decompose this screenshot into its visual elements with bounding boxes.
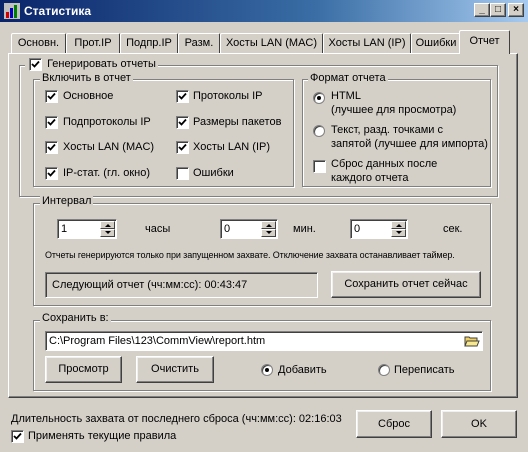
minutes-value: 0	[224, 223, 231, 235]
overwrite-label: Переписать	[394, 364, 455, 376]
include-lan-hosts-ip-checkbox[interactable]	[176, 141, 189, 154]
hours-down-icon[interactable]	[100, 229, 115, 237]
app-icon	[4, 3, 20, 19]
minutes-down-icon[interactable]	[261, 229, 276, 237]
seconds-stepper[interactable]: 0	[350, 219, 408, 239]
window-title: Статистика	[24, 4, 92, 18]
save-to-group-title: Сохранить в:	[40, 312, 111, 324]
apply-rules-label: Применять текущие правила	[28, 430, 177, 442]
include-ip-stats-label: IP-стат. (гл. окно)	[63, 167, 151, 179]
interval-note: Отчеты генерируются только при запущенно…	[45, 250, 455, 260]
tab-ip-subprotocols[interactable]: Подпр.IP	[120, 33, 178, 53]
close-button[interactable]: ×	[508, 3, 524, 17]
include-ip-protocols-label: Протоколы IP	[193, 90, 263, 102]
include-packet-sizes-label: Размеры пакетов	[193, 116, 282, 128]
include-general-label: Основное	[63, 90, 114, 102]
generate-reports-row[interactable]: Генерировать отчеты	[25, 57, 158, 71]
format-html-label: HTML	[331, 90, 361, 102]
reset-button[interactable]: Сброс	[356, 410, 432, 438]
hours-label: часы	[145, 223, 171, 235]
generate-reports-checkbox[interactable]	[29, 58, 42, 71]
seconds-value: 0	[354, 223, 361, 235]
reset-after-report-checkbox[interactable]	[313, 160, 326, 173]
include-lan-hosts-mac-checkbox[interactable]	[45, 141, 58, 154]
minimize-button[interactable]: _	[474, 3, 490, 17]
tab-report[interactable]: Отчет	[459, 30, 510, 54]
format-html-hint: (лучшее для просмотра)	[331, 104, 457, 116]
next-report-text: Следующий отчет (чч:мм:сс): 00:43:47	[52, 279, 248, 291]
include-ip-protocols-checkbox[interactable]	[176, 90, 189, 103]
seconds-down-icon[interactable]	[391, 229, 406, 237]
format-csv-radio[interactable]	[313, 125, 325, 137]
save-path-value: C:\Program Files\123\CommView\report.htm	[49, 335, 266, 347]
tab-sizes[interactable]: Разм.	[178, 33, 220, 53]
browse-button[interactable]: Просмотр	[45, 356, 122, 383]
minutes-up-icon[interactable]	[261, 221, 276, 229]
tab-general[interactable]: Основн.	[11, 33, 66, 53]
reset-after-report-label-2: каждого отчета	[331, 172, 409, 184]
reset-after-report-label: Сброс данных после	[331, 158, 438, 170]
include-general-checkbox[interactable]	[45, 90, 58, 103]
include-errors-label: Ошибки	[193, 167, 234, 179]
tab-lan-hosts-mac[interactable]: Хосты LAN (MAC)	[220, 33, 323, 53]
interval-group-title: Интервал	[40, 195, 94, 207]
next-report-field: Следующий отчет (чч:мм:сс): 00:43:47	[45, 272, 318, 298]
include-lan-hosts-ip-label: Хосты LAN (IP)	[193, 141, 271, 153]
append-radio[interactable]	[261, 364, 273, 376]
apply-rules-checkbox[interactable]	[11, 430, 24, 443]
clear-button[interactable]: Очистить	[136, 356, 214, 383]
title-bar[interactable]: Статистика _ □ ×	[0, 0, 528, 22]
format-html-radio[interactable]	[313, 92, 325, 104]
hours-up-icon[interactable]	[100, 221, 115, 229]
save-report-now-button[interactable]: Сохранить отчет сейчас	[331, 271, 481, 298]
tab-errors[interactable]: Ошибки	[411, 33, 461, 53]
append-label: Добавить	[278, 364, 327, 376]
hours-stepper[interactable]: 1	[57, 219, 117, 239]
folder-open-icon[interactable]	[464, 333, 480, 349]
include-packet-sizes-checkbox[interactable]	[176, 116, 189, 129]
include-lan-hosts-mac-label: Хосты LAN (MAC)	[63, 141, 155, 153]
include-ip-subprotocols-label: Подпротоколы IP	[63, 116, 151, 128]
tab-ip-protocols[interactable]: Прот.IP	[66, 33, 120, 53]
maximize-button[interactable]: □	[490, 3, 506, 17]
generate-reports-label: Генерировать отчеты	[47, 57, 156, 70]
capture-duration: Длительность захвата от последнего сброс…	[11, 413, 342, 425]
include-ip-stats-checkbox[interactable]	[45, 167, 58, 180]
overwrite-radio[interactable]	[378, 364, 390, 376]
save-path-input[interactable]: C:\Program Files\123\CommView\report.htm	[45, 331, 483, 351]
ok-button[interactable]: OK	[441, 410, 517, 438]
format-group-title: Формат отчета	[308, 72, 388, 84]
hours-value: 1	[61, 223, 68, 235]
seconds-label: сек.	[443, 223, 463, 235]
include-errors-checkbox[interactable]	[176, 167, 189, 180]
seconds-up-icon[interactable]	[391, 221, 406, 229]
tab-lan-hosts-ip[interactable]: Хосты LAN (IP)	[323, 33, 411, 53]
format-csv-label: Текст, разд. точками с	[331, 124, 443, 136]
include-group-title: Включить в отчет	[40, 72, 133, 84]
minutes-stepper[interactable]: 0	[220, 219, 278, 239]
format-csv-hint: запятой (лучшее для импорта)	[331, 138, 488, 150]
include-ip-subprotocols-checkbox[interactable]	[45, 116, 58, 129]
minutes-label: мин.	[293, 223, 316, 235]
